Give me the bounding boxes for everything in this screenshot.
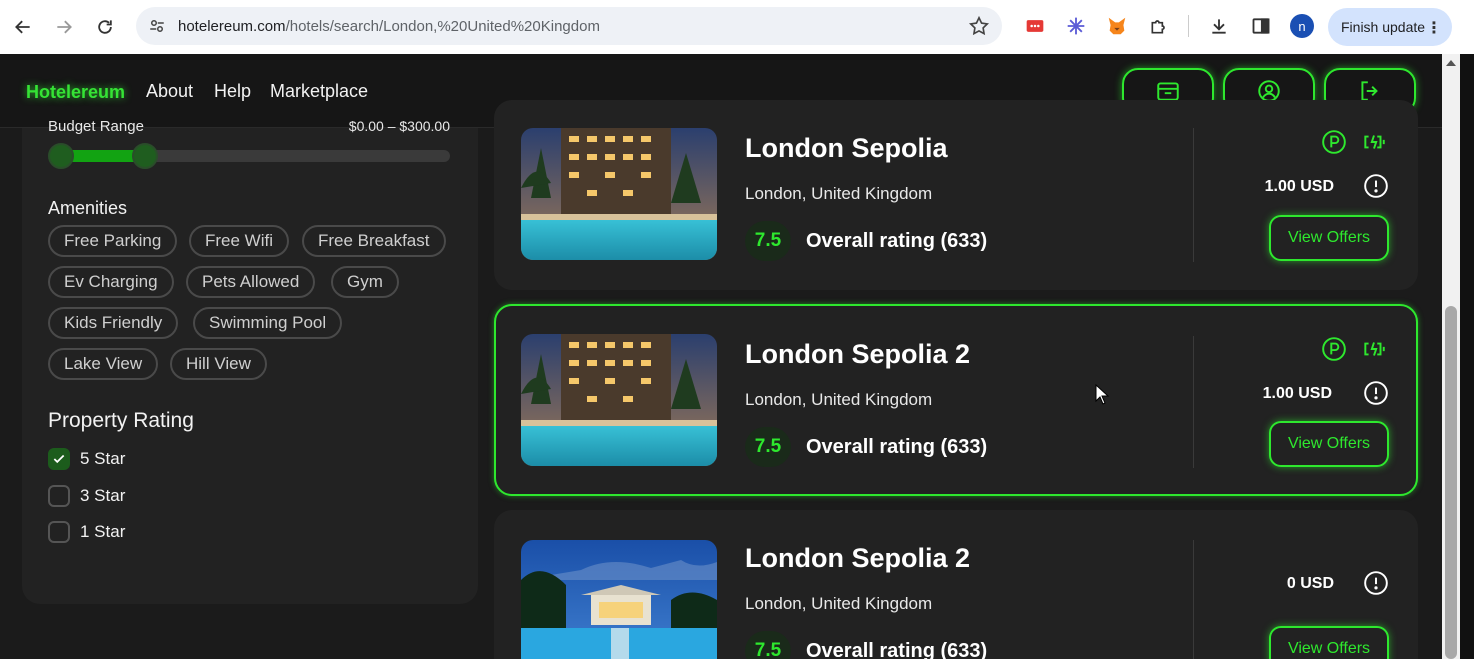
rating-option-3-star[interactable]: 3 Star — [48, 485, 125, 507]
view-offers-button[interactable]: View Offers — [1269, 215, 1389, 261]
hotel-rating-text: Overall rating (633) — [806, 436, 988, 458]
hotel-price: 1.00 USD — [1264, 178, 1334, 195]
parking-icon — [1321, 336, 1347, 362]
info-icon[interactable] — [1363, 173, 1389, 199]
card-divider — [1193, 540, 1194, 659]
hotel-image[interactable] — [521, 540, 717, 659]
hotel-name[interactable]: London Sepolia — [745, 133, 948, 164]
hotel-rating-text: Overall rating (633) — [806, 640, 988, 659]
budget-slider-max-handle[interactable] — [132, 143, 158, 169]
browser-toolbar: hotelereum.com/hotels/search/London,%20U… — [0, 0, 1474, 54]
reload-icon[interactable] — [88, 10, 122, 44]
filter-panel: Budget Range $0.00 – $300.00 Amenities F… — [22, 118, 478, 604]
url-text[interactable]: hotelereum.com/hotels/search/London,%20U… — [178, 18, 600, 35]
nav-help[interactable]: Help — [214, 81, 251, 102]
hotel-card[interactable]: London Sepolia 2 London, United Kingdom … — [494, 510, 1418, 659]
hotel-location: London, United Kingdom — [745, 184, 933, 203]
rating-label-3-star: 3 Star — [80, 486, 126, 505]
parking-icon — [1321, 129, 1347, 155]
rating-label-5-star: 5 Star — [80, 449, 126, 468]
rating-label-1-star: 1 Star — [80, 522, 126, 541]
rating-option-5-star[interactable]: 5 Star — [48, 448, 125, 470]
amenity-chip-ev-charging[interactable]: Ev Charging — [48, 266, 174, 298]
budget-slider-min-handle[interactable] — [48, 143, 74, 169]
finish-update-label: Finish update — [1341, 19, 1426, 35]
hotel-score-badge: 7.5 — [745, 427, 791, 467]
address-bar[interactable]: hotelereum.com/hotels/search/London,%20U… — [136, 7, 1002, 45]
puzzle-extensions-icon[interactable] — [1146, 13, 1172, 39]
hotel-score-badge: 7.5 — [745, 631, 791, 659]
toolbar-divider — [1188, 15, 1189, 37]
rating-option-1-star[interactable]: 1 Star — [48, 521, 125, 543]
site-logo[interactable]: Hotelereum — [26, 82, 125, 103]
hotel-name[interactable]: London Sepolia 2 — [745, 339, 970, 370]
amenity-chip-free-wifi[interactable]: Free Wifi — [189, 225, 289, 257]
extension-red-icon[interactable] — [1022, 13, 1048, 39]
amenity-chip-gym[interactable]: Gym — [331, 266, 399, 298]
view-offers-button[interactable]: View Offers — [1269, 626, 1389, 659]
rating-checkbox-3-star[interactable] — [48, 485, 70, 507]
card-divider — [1193, 128, 1194, 262]
checkmark-icon — [53, 454, 65, 464]
ev-charging-icon — [1361, 336, 1387, 362]
info-icon[interactable] — [1363, 380, 1389, 406]
rating-checkbox-5-star[interactable] — [48, 448, 70, 470]
download-icon[interactable] — [1206, 13, 1232, 39]
hotel-name[interactable]: London Sepolia 2 — [745, 543, 970, 574]
scroll-up-arrow-icon[interactable] — [1446, 60, 1456, 66]
back-icon[interactable] — [6, 10, 40, 44]
finish-update-button[interactable]: Finish update ⋮ — [1328, 8, 1452, 46]
hotel-image[interactable] — [521, 334, 717, 466]
extension-snowflake-icon[interactable] — [1063, 13, 1089, 39]
amenity-chip-free-breakfast[interactable]: Free Breakfast — [302, 225, 446, 257]
metamask-fox-icon[interactable] — [1104, 13, 1130, 39]
info-icon[interactable] — [1363, 570, 1389, 596]
amenity-chip-swimming-pool[interactable]: Swimming Pool — [193, 307, 343, 339]
amenity-chip-kids-friendly[interactable]: Kids Friendly — [48, 307, 179, 339]
rating-checkbox-1-star[interactable] — [48, 521, 70, 543]
hotel-rating-text: Overall rating (633) — [806, 230, 988, 252]
hotel-price: 1.00 USD — [1262, 385, 1332, 402]
hotel-card[interactable]: London Sepolia London, United Kingdom 7.… — [494, 100, 1418, 290]
window-edge — [1460, 54, 1474, 659]
hotel-card-selected[interactable]: London Sepolia 2 London, United Kingdom … — [494, 304, 1418, 496]
view-offers-button[interactable]: View Offers — [1269, 421, 1389, 467]
page-scrollbar[interactable] — [1442, 54, 1460, 659]
nav-about[interactable]: About — [146, 81, 193, 102]
mouse-cursor-icon — [1095, 384, 1110, 405]
nav-marketplace[interactable]: Marketplace — [270, 81, 368, 102]
hotel-location: London, United Kingdom — [745, 390, 933, 409]
hotel-score-badge: 7.5 — [745, 221, 791, 261]
amenities-title: Amenities — [48, 198, 128, 218]
amenity-chip-pets-allowed[interactable]: Pets Allowed — [186, 266, 316, 298]
star-icon[interactable] — [968, 15, 990, 37]
scrollbar-thumb[interactable] — [1445, 306, 1457, 659]
amenity-chip-lake-view[interactable]: Lake View — [48, 348, 159, 380]
budget-range-label: Budget Range — [48, 118, 144, 135]
sidepanel-icon[interactable] — [1248, 13, 1274, 39]
profile-avatar[interactable]: n — [1290, 14, 1314, 38]
menu-dots-icon[interactable]: ⋮ — [1426, 18, 1442, 38]
budget-range-value: $0.00 – $300.00 — [348, 118, 450, 134]
property-rating-title: Property Rating — [48, 409, 194, 432]
budget-slider[interactable] — [48, 143, 450, 169]
amenity-chip-hill-view[interactable]: Hill View — [170, 348, 267, 380]
forward-icon[interactable] — [47, 10, 81, 44]
ev-charging-icon — [1361, 129, 1387, 155]
amenity-chip-free-parking[interactable]: Free Parking — [48, 225, 178, 257]
card-divider — [1193, 336, 1194, 468]
site-info-icon[interactable] — [146, 15, 168, 37]
hotel-price: 0 USD — [1286, 575, 1334, 592]
hotel-location: London, United Kingdom — [745, 594, 933, 613]
hotel-image[interactable] — [521, 128, 717, 260]
